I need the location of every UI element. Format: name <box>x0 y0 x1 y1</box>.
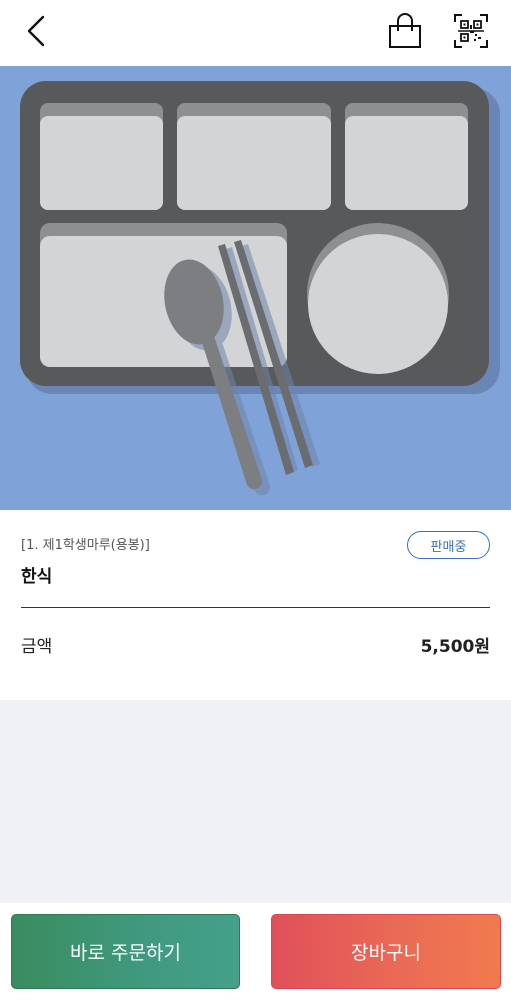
top-app-bar <box>0 0 511 66</box>
add-to-cart-button[interactable]: 장바구니 <box>271 914 501 989</box>
chevron-left-icon <box>27 15 45 47</box>
status-badge: 판매중 <box>407 531 490 559</box>
price-value: 5,500원 <box>420 637 490 657</box>
qr-scan-button[interactable] <box>450 10 492 52</box>
shopping-bag-icon <box>389 13 421 48</box>
qr-scan-icon <box>454 14 488 48</box>
bottom-action-bar: 바로 주문하기 장바구니 <box>0 903 511 1000</box>
meal-tray-illustration <box>0 66 511 510</box>
back-button[interactable] <box>16 10 56 52</box>
divider <box>21 607 490 608</box>
price-label: 금액 <box>21 637 53 657</box>
order-now-button[interactable]: 바로 주문하기 <box>11 914 240 989</box>
content-spacer <box>0 700 511 903</box>
store-name: [1. 제1학생마루(용봉)] <box>21 538 150 553</box>
product-image <box>0 66 511 510</box>
product-info: [1. 제1학생마루(용봉)] 판매중 한식 금액 5,500원 <box>0 510 511 700</box>
menu-name: 한식 <box>21 567 53 587</box>
shopping-bag-button[interactable] <box>384 10 426 52</box>
